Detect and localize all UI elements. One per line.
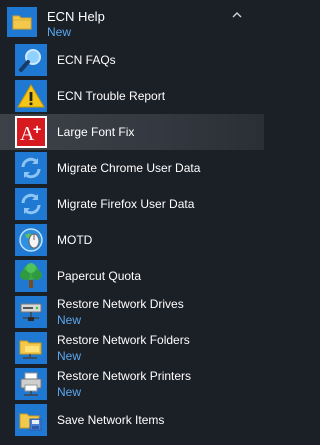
svg-text:+: +	[33, 121, 41, 137]
list-item-save-network-items[interactable]: Save Network Items	[0, 402, 264, 438]
new-badge: New	[57, 349, 82, 363]
list-item-restore-network-drives[interactable]: Restore Network Drives New	[0, 294, 264, 330]
sync-icon	[15, 188, 47, 220]
item-label: Migrate Chrome User Data	[57, 161, 201, 175]
item-label: ECN FAQs	[57, 53, 116, 67]
list-item-large-font-fix[interactable]: A + Large Font Fix	[0, 114, 264, 150]
group-header-ecn-help[interactable]: ECN Help New	[0, 0, 264, 40]
list-item-migrate-firefox-user-data[interactable]: Migrate Firefox User Data	[0, 186, 264, 222]
item-label: MOTD	[57, 233, 93, 247]
item-label: ECN Trouble Report	[57, 89, 166, 103]
list-item-migrate-chrome-user-data[interactable]: Migrate Chrome User Data	[0, 150, 264, 186]
item-label: Restore Network Folders	[57, 333, 190, 347]
save-folder-icon	[15, 404, 47, 436]
item-label: Large Font Fix	[57, 125, 135, 139]
list-item-ecn-faqs[interactable]: ECN FAQs	[0, 42, 264, 78]
network-folder-icon	[15, 332, 47, 364]
item-label: Restore Network Printers	[57, 369, 192, 383]
new-badge: New	[57, 385, 82, 399]
warning-icon	[15, 80, 47, 112]
group-title: ECN Help	[47, 9, 105, 24]
printer-icon	[15, 368, 47, 400]
new-badge: New	[57, 313, 82, 327]
list-item-restore-network-folders[interactable]: Restore Network Folders New	[0, 330, 264, 366]
list-item-motd[interactable]: MOTD	[0, 222, 264, 258]
group-new-badge: New	[47, 25, 72, 39]
chevron-up-icon[interactable]	[230, 8, 244, 22]
tree-icon	[15, 260, 47, 292]
network-drive-icon	[15, 296, 47, 328]
list-item-restore-network-printers[interactable]: Restore Network Printers New	[0, 366, 264, 402]
folder-icon	[7, 7, 37, 37]
list-item-papercut-quota[interactable]: Papercut Quota	[0, 258, 264, 294]
app-list: ECN FAQs ECN Trouble Report A + Large Fo…	[0, 42, 264, 438]
item-label: Restore Network Drives	[57, 297, 184, 311]
item-label: Save Network Items	[57, 413, 165, 427]
magnifier-icon	[15, 44, 47, 76]
list-item-ecn-trouble-report[interactable]: ECN Trouble Report	[0, 78, 264, 114]
globe-mouse-icon	[15, 224, 47, 256]
font-plus-icon: A +	[15, 116, 47, 148]
sync-icon	[15, 152, 47, 184]
item-label: Papercut Quota	[57, 269, 142, 283]
item-label: Migrate Firefox User Data	[57, 197, 195, 211]
